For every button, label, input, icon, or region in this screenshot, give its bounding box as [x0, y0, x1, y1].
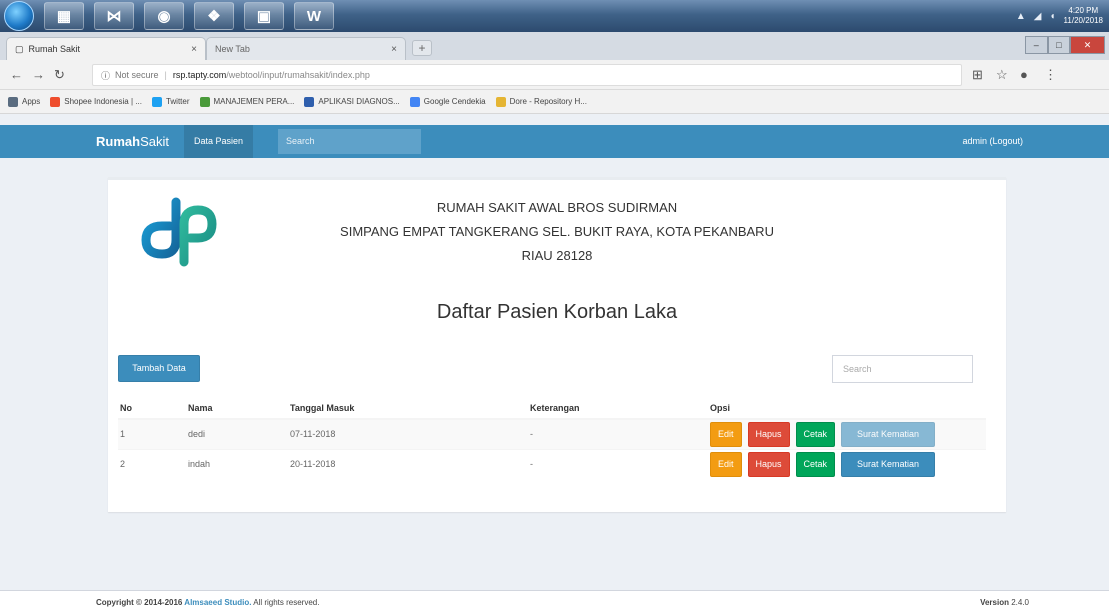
clock[interactable]: 4:20 PM 11/20/2018 — [1064, 6, 1103, 26]
minimize-button[interactable]: – — [1025, 36, 1048, 54]
cell-nama: dedi — [186, 418, 288, 449]
user-logout-link[interactable]: admin (Logout) — [962, 125, 1023, 158]
column-header-no: No — [118, 397, 186, 420]
death-certificate-button[interactable]: Surat Kematian — [841, 451, 936, 477]
close-window-button[interactable]: ✕ — [1070, 36, 1106, 54]
shopee-icon — [50, 96, 61, 107]
url-path: /webtool/input/rumahsakit/index.php — [226, 70, 370, 80]
browser-tab-strip: ▢ Rumah Sakit × New Tab × + – □ ✕ — [0, 32, 1109, 60]
page-footer: Copyright © 2014-2016 Almsaeed Studio. A… — [0, 590, 1109, 613]
menu-icon[interactable]: ⋮ — [1044, 67, 1057, 83]
google-scholar-icon — [409, 96, 420, 107]
column-header-opsi: Opsi — [708, 397, 986, 420]
hospital-name: RUMAH SAKIT AWAL BROS SUDIRMAN — [436, 200, 678, 215]
network-icon[interactable]: ◢ — [1034, 11, 1042, 22]
twitter-icon — [151, 96, 162, 107]
page-icon: ▢ — [15, 43, 24, 54]
column-header-tanggal: Tanggal Masuk — [288, 397, 528, 420]
browser-toolbar: ← → ↻ ⓘ Not secure | rsp.tapty.com /webt… — [0, 60, 1109, 90]
navbar-search-input[interactable]: Search — [278, 129, 421, 154]
cell-keterangan: - — [528, 448, 708, 479]
close-icon[interactable]: × — [191, 44, 197, 55]
add-data-button[interactable]: Tambah Data — [118, 355, 200, 382]
clock-date: 11/20/2018 — [1063, 16, 1103, 25]
maximize-button[interactable]: □ — [1047, 36, 1071, 54]
bookmark-apps[interactable]: Apps — [8, 96, 40, 107]
cell-nama: indah — [186, 448, 288, 479]
system-tray: ▲ ◢ ◖ 4:20 PM 11/20/2018 — [1016, 0, 1103, 32]
version-text: Version 2.4.0 — [980, 598, 1029, 607]
column-header-nama: Nama — [186, 397, 288, 420]
print-button[interactable]: Cetak — [795, 451, 836, 477]
explorer-icon[interactable]: ▦ — [44, 2, 84, 30]
bookmark-shopee[interactable]: Shopee Indonesia | ... — [50, 96, 142, 107]
info-icon[interactable]: ⓘ — [101, 69, 110, 82]
copyright-text: Copyright © 2014-2016 Almsaeed Studio. A… — [96, 598, 320, 607]
window-controls: – □ ✕ — [1025, 36, 1106, 54]
brand-logo[interactable]: RumahSakit — [96, 134, 169, 149]
bookmark-google-cendekia[interactable]: Google Cendekia — [409, 96, 486, 107]
reload-icon[interactable]: ↻ — [54, 67, 65, 83]
cell-no: 1 — [118, 418, 186, 449]
table-row: 2 indah 20-11-2018 - Edit Hapus Cetak Su… — [118, 448, 986, 479]
app-icon[interactable]: ▣ — [244, 2, 284, 30]
chrome-icon[interactable]: ◉ — [144, 2, 184, 30]
delete-button[interactable]: Hapus — [747, 421, 790, 447]
word-icon[interactable]: W — [294, 2, 334, 30]
clock-time: 4:20 PM — [1068, 6, 1099, 15]
print-button[interactable]: Cetak — [795, 421, 836, 447]
content-box: RUMAH SAKIT AWAL BROS SUDIRMAN SIMPANG E… — [108, 177, 1006, 512]
table-row: 1 dedi 07-11-2018 - Edit Hapus Cetak Sur… — [118, 418, 986, 449]
os-taskbar: ▦ ⋈ ◉ ❖ ▣ W ▲ ◢ ◖ 4:20 PM 11/20/2018 — [0, 0, 1109, 32]
edit-button[interactable]: Edit — [710, 421, 742, 447]
bookmark-twitter[interactable]: Twitter — [151, 96, 190, 107]
tab-rumah-sakit[interactable]: ▢ Rumah Sakit × — [6, 37, 206, 60]
app-navbar: RumahSakit Data Pasien Search admin (Log… — [0, 125, 1109, 158]
bookmark-aplikasi[interactable]: APLIKASI DIAGNOS... — [304, 96, 400, 107]
account-icon[interactable]: ● — [1020, 67, 1028, 82]
folder-icon — [495, 96, 506, 107]
media-player-icon[interactable]: ⋈ — [94, 2, 134, 30]
hospital-region: RIAU 28128 — [521, 248, 593, 263]
page-title: Daftar Pasien Korban Laka — [436, 301, 678, 323]
bookmarks-bar: Apps Shopee Indonesia | ... Twitter MANA… — [0, 90, 1109, 114]
back-arrow-icon[interactable]: ← — [10, 67, 23, 82]
close-icon[interactable]: × — [391, 44, 397, 55]
apps-grid-icon — [8, 96, 18, 107]
cell-keterangan: - — [528, 418, 708, 449]
hospital-address: SIMPANG EMPAT TANGKERANG SEL. BUKIT RAYA… — [340, 224, 774, 239]
cell-tanggal: 20-11-2018 — [288, 448, 528, 479]
cell-opsi: Edit Hapus Cetak Surat Kematian — [708, 448, 986, 479]
tab-title: New Tab — [215, 44, 250, 54]
tray-arrow-icon[interactable]: ▲ — [1016, 11, 1026, 22]
table-search-input[interactable]: Search — [832, 355, 973, 383]
table-header-row: No Nama Tanggal Masuk Keterangan Opsi — [118, 397, 986, 420]
app-icon[interactable]: ❖ — [194, 2, 234, 30]
forward-arrow-icon[interactable]: → — [32, 67, 45, 82]
windows-start-button[interactable] — [4, 1, 34, 31]
star-icon[interactable]: ☆ — [996, 67, 1008, 83]
nav-data-pasien[interactable]: Data Pasien — [184, 125, 254, 158]
url-host: rsp.tapty.com — [172, 70, 227, 80]
address-bar[interactable]: ⓘ Not secure | rsp.tapty.com /webtool/in… — [92, 64, 962, 86]
death-certificate-button[interactable]: Surat Kematian — [841, 421, 936, 447]
cell-opsi: Edit Hapus Cetak Surat Kematian — [708, 418, 986, 449]
tab-new-tab[interactable]: New Tab × — [206, 37, 406, 60]
document-icon — [304, 96, 315, 107]
bookmark-manajemen[interactable]: MANAJEMEN PERA... — [199, 96, 294, 107]
translate-icon[interactable]: ⊞ — [972, 67, 983, 83]
security-label: Not secure — [115, 70, 159, 80]
bookmark-dore[interactable]: Dore - Repository H... — [495, 96, 587, 107]
bookmark-site-icon — [199, 96, 210, 107]
cell-no: 2 — [118, 448, 186, 479]
tab-title: Rumah Sakit — [28, 44, 81, 54]
edit-button[interactable]: Edit — [710, 451, 742, 477]
patient-table: No Nama Tanggal Masuk Keterangan Opsi 1 … — [118, 397, 986, 479]
new-tab-button[interactable]: + — [412, 40, 432, 56]
volume-icon[interactable]: ◖ — [1050, 11, 1056, 22]
cell-tanggal: 07-11-2018 — [288, 418, 528, 449]
column-header-keterangan: Keterangan — [528, 397, 708, 420]
company-link[interactable]: Almsaeed Studio. — [184, 598, 251, 607]
delete-button[interactable]: Hapus — [747, 451, 790, 477]
